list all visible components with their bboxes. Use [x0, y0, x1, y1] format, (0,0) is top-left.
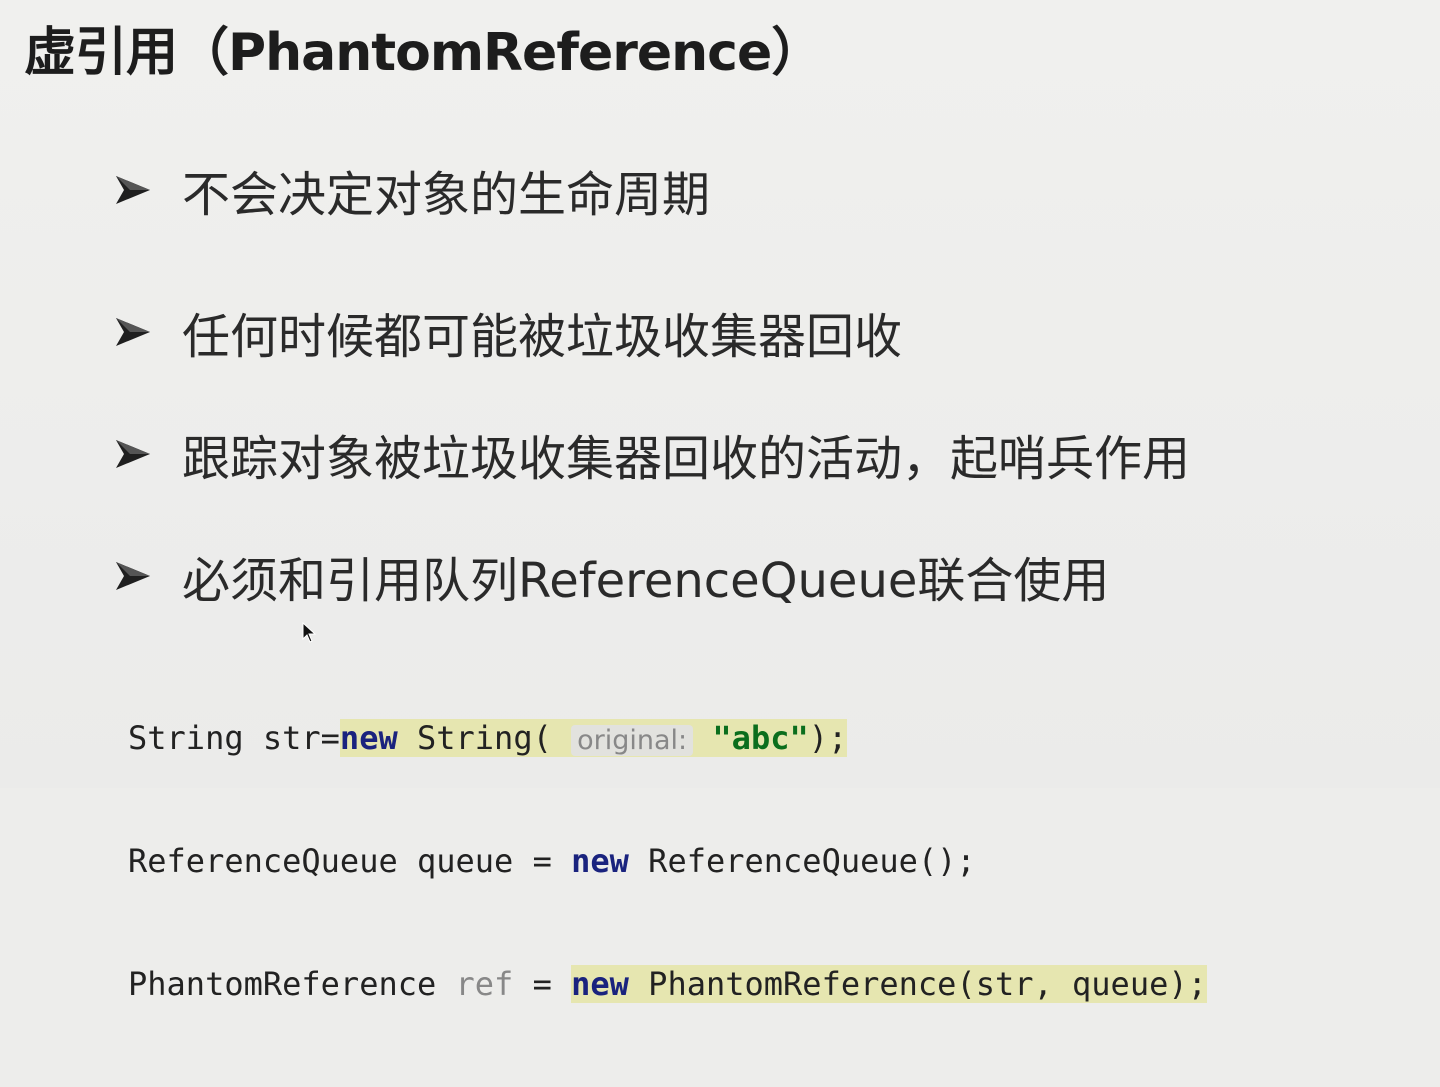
code-keyword: new [571, 842, 629, 880]
code-text: ReferenceQueue(); [628, 842, 976, 880]
slide: 虚引用（PhantomReference） 不会决定对象的生命周期 任何时候都可… [0, 0, 1440, 1003]
code-variable: ref [455, 965, 514, 1003]
code-text: PhantomReference [128, 965, 456, 1003]
parameter-hint: original: [571, 725, 694, 756]
bullet-text: 任何时候都可能被垃圾收集器回收 [182, 309, 903, 365]
arrowhead-bullet-icon [116, 176, 150, 204]
code-text: String str= [128, 719, 340, 757]
bullet-text: 必须和引用队列ReferenceQueue联合使用 [182, 553, 1110, 609]
bullet-item: 不会决定对象的生命周期 [110, 155, 710, 225]
arrowhead-bullet-icon [116, 562, 150, 590]
code-line: String str=new String( original: "abc"); [128, 718, 1207, 759]
bullet-text: 跟踪对象被垃圾收集器回收的活动，起哨兵作用 [182, 431, 1191, 487]
code-text: ReferenceQueue queue = [128, 842, 572, 880]
slide-title: 虚引用（PhantomReference） [24, 23, 823, 83]
code-string: "abc" [712, 719, 809, 757]
bullet-item: 任何时候都可能被垃圾收集器回收 [110, 297, 902, 367]
code-snippet: String str=new String( original: "abc");… [128, 636, 1207, 1087]
code-text: ); [808, 719, 848, 757]
bullet-item: 跟踪对象被垃圾收集器回收的活动，起哨兵作用 [110, 419, 1190, 489]
arrowhead-bullet-icon [116, 440, 150, 468]
arrowhead-bullet-icon [116, 318, 150, 346]
code-line: PhantomReference ref = new PhantomRefere… [128, 964, 1207, 1005]
bullet-text: 不会决定对象的生命周期 [182, 167, 711, 223]
code-text: = [513, 965, 572, 1003]
code-text: String( [397, 719, 552, 757]
code-keyword: new [571, 965, 629, 1003]
bullet-item: 必须和引用队列ReferenceQueue联合使用 [110, 541, 1109, 611]
code-text: PhantomReference(str, queue); [628, 965, 1207, 1003]
code-keyword: new [339, 719, 398, 757]
code-line: ReferenceQueue queue = new ReferenceQueu… [128, 841, 1207, 882]
